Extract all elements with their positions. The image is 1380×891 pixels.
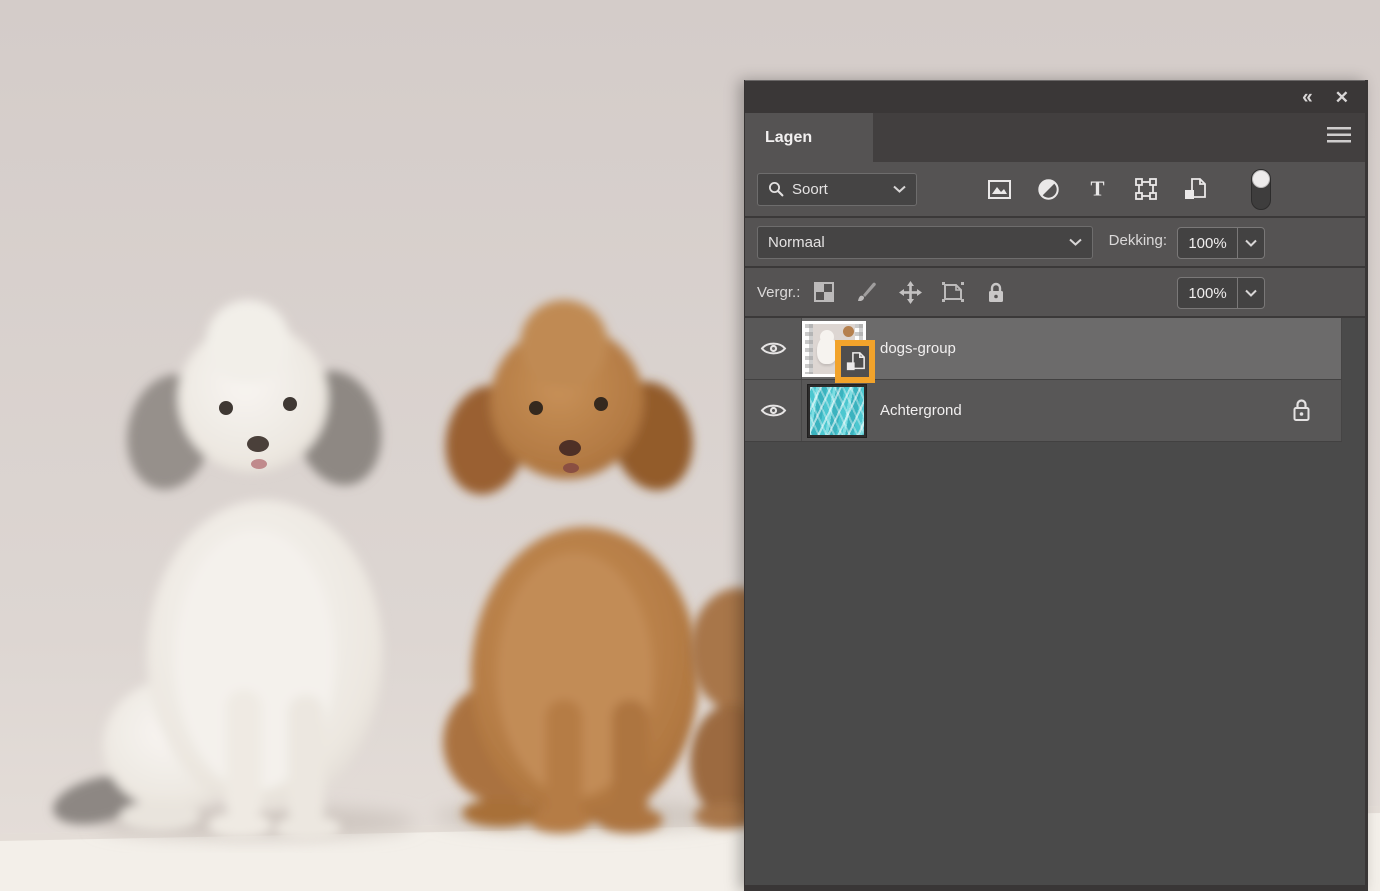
tab-lagen[interactable]: Lagen: [745, 113, 873, 162]
chevron-down-icon[interactable]: [1238, 239, 1264, 247]
fill-value: 100%: [1188, 284, 1227, 302]
shape-layer-filter-icon[interactable]: [1134, 177, 1158, 201]
filter-row: Soort T: [745, 162, 1365, 218]
layer-row-dogs-group[interactable]: dogs-group: [745, 318, 1342, 383]
blend-mode-select[interactable]: Normaal: [757, 225, 1093, 259]
layer-name: dogs-group: [880, 340, 956, 357]
panel-menu-icon[interactable]: [1327, 127, 1351, 144]
eye-icon: [760, 342, 786, 355]
layer-name: Achtergrond: [880, 402, 962, 419]
chevron-down-icon: [1069, 238, 1082, 246]
layer-row-achtergrond[interactable]: Achtergrond: [745, 380, 1342, 442]
eye-icon: [760, 404, 786, 417]
opacity-label: Dekking:: [1108, 232, 1167, 249]
adjustment-layer-filter-icon[interactable]: [1036, 177, 1060, 201]
tab-lagen-label: Lagen: [765, 128, 813, 146]
opacity-combo[interactable]: 100%: [1177, 227, 1265, 259]
thumbnail-white-dog: [817, 329, 837, 364]
lock-all-padlock-icon[interactable]: [984, 280, 1008, 304]
lock-label: Vergr.:: [757, 283, 801, 301]
panel-titlebar: « ✕: [745, 80, 1365, 113]
collapse-panel-button[interactable]: «: [1302, 88, 1313, 107]
layer-filter-toggle[interactable]: [1251, 169, 1271, 210]
filter-type-buttons: T: [987, 177, 1207, 201]
transparency-checker: [805, 323, 813, 374]
layer-lock-icon: [1292, 398, 1311, 422]
toggle-knob: [1252, 170, 1270, 188]
smart-object-badge-highlight[interactable]: [835, 339, 875, 383]
type-layer-filter-icon[interactable]: T: [1085, 177, 1109, 201]
lock-buttons: [812, 280, 1008, 304]
pixel-layer-filter-icon[interactable]: [987, 177, 1011, 201]
layers-panel: « ✕ Lagen Soort T Normaal Dekking: 100% …: [744, 80, 1368, 891]
layer-list-empty-area: [745, 442, 1365, 885]
close-panel-button[interactable]: ✕: [1335, 89, 1349, 106]
fill-combo[interactable]: 100%: [1177, 277, 1265, 309]
lock-transparency-icon[interactable]: [812, 280, 836, 304]
filter-kind-label: Soort: [792, 180, 828, 198]
lock-row: Vergr.: 100%: [745, 268, 1365, 318]
lock-artboard-icon[interactable]: [941, 280, 965, 304]
opacity-value: 100%: [1188, 234, 1227, 252]
lock-pixels-brush-icon[interactable]: [855, 280, 879, 304]
chevron-down-icon: [893, 185, 906, 193]
layer-thumbnail-achtergrond[interactable]: [807, 383, 867, 438]
filter-kind-select[interactable]: Soort: [757, 172, 917, 206]
lock-position-move-icon[interactable]: [898, 280, 922, 304]
smart-object-badge-icon: [846, 351, 865, 370]
smart-object-filter-icon[interactable]: [1183, 177, 1207, 201]
chevron-down-icon[interactable]: [1238, 289, 1264, 297]
svg-text:T: T: [1090, 179, 1104, 199]
layer-list: dogs-group Achtergrond: [745, 318, 1365, 885]
layer-visibility-toggle[interactable]: [745, 318, 802, 379]
layer-visibility-toggle[interactable]: [745, 380, 802, 441]
search-icon: [769, 182, 784, 197]
layer-thumbnail-dogs-group[interactable]: [802, 320, 875, 383]
thumbnail-brown-dog: [843, 325, 854, 337]
blend-mode-value: Normaal: [768, 233, 825, 251]
panel-tabstrip: Lagen: [745, 113, 1365, 162]
blend-row: Normaal Dekking: 100%: [745, 218, 1365, 268]
